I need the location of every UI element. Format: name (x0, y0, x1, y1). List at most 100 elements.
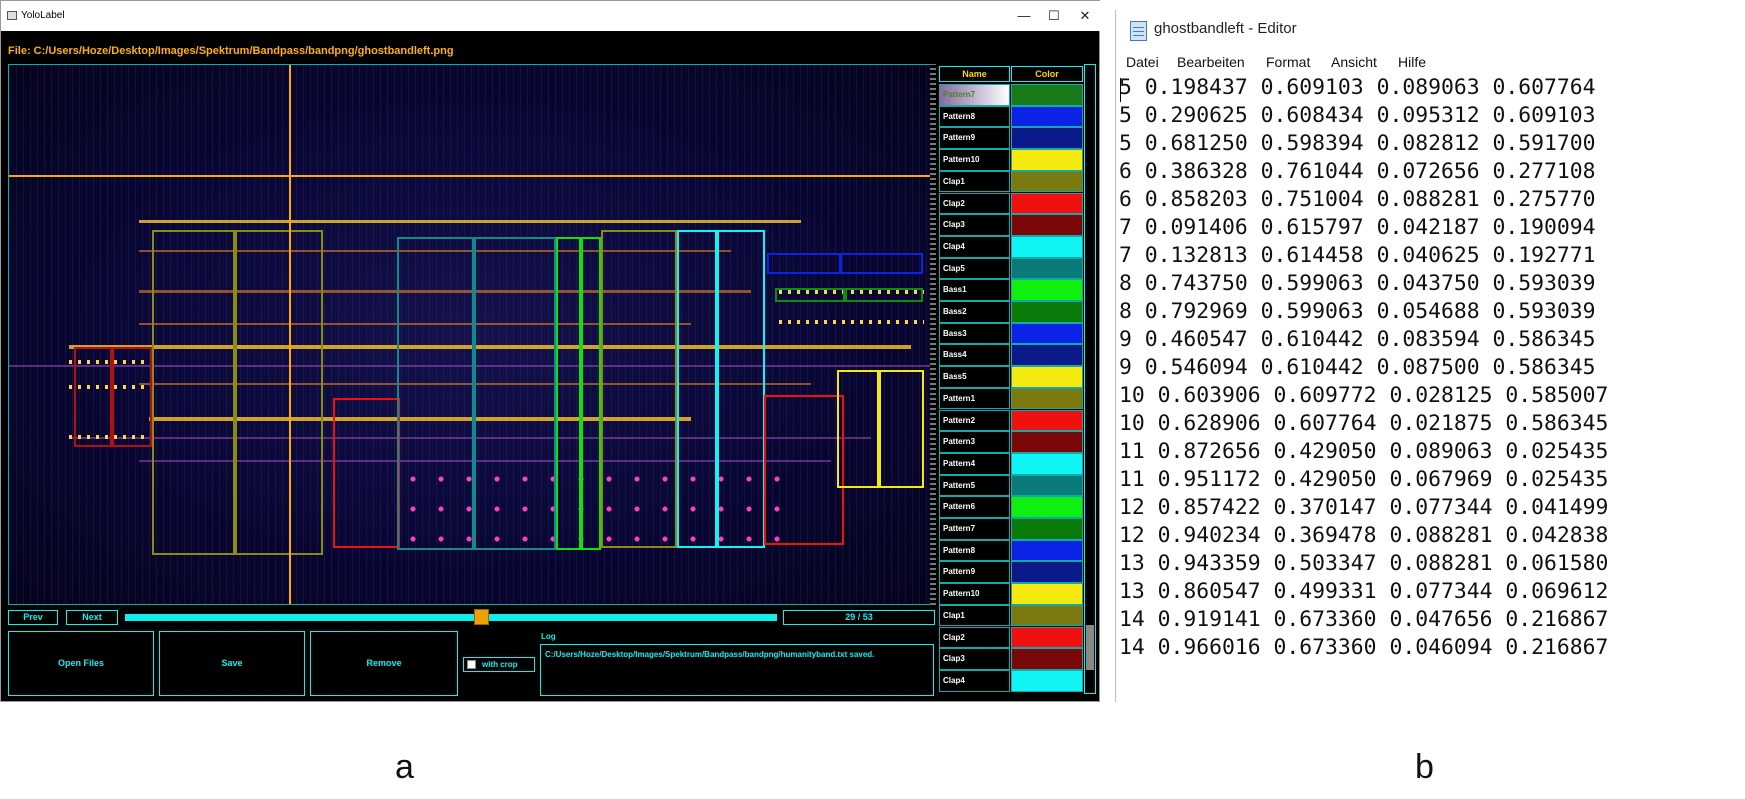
bbox-clap3[interactable] (112, 347, 152, 447)
open-files-button[interactable]: Open Files (8, 631, 154, 696)
row-name[interactable]: Clap3 (939, 648, 1010, 670)
menu-hilfe[interactable]: Hilfe (1398, 54, 1426, 70)
bbox-bass3[interactable] (767, 253, 842, 274)
bbox-clap4[interactable] (677, 230, 717, 548)
slider-handle[interactable] (474, 609, 489, 625)
bbox-clap5[interactable] (474, 237, 556, 550)
row-name[interactable]: Pattern10 (939, 149, 1010, 171)
row-name[interactable]: Pattern7 (939, 84, 1010, 106)
row-color-swatch[interactable] (1011, 366, 1083, 388)
table-row[interactable]: Bass2 (939, 301, 1083, 323)
row-color-swatch[interactable] (1011, 105, 1083, 128)
bbox-bass3[interactable] (839, 253, 923, 274)
table-row[interactable]: Pattern7 (939, 518, 1083, 540)
bbox-clap2[interactable] (764, 395, 844, 545)
row-color-swatch[interactable] (1011, 583, 1083, 605)
bbox-clap1[interactable] (152, 230, 235, 555)
table-row[interactable]: Pattern3 (939, 431, 1083, 453)
table-header-color[interactable]: Color (1011, 66, 1083, 82)
row-color-swatch[interactable] (1011, 192, 1083, 215)
table-row[interactable]: Bass3 (939, 322, 1083, 345)
row-color-swatch[interactable] (1011, 496, 1083, 518)
row-color-swatch[interactable] (1011, 214, 1083, 236)
row-color-swatch[interactable] (1011, 648, 1083, 670)
row-color-swatch[interactable] (1011, 604, 1083, 627)
table-row[interactable]: Pattern7 (939, 84, 1083, 106)
checkbox-icon[interactable] (467, 660, 476, 669)
row-color-swatch[interactable] (1011, 387, 1083, 410)
row-name[interactable]: Clap5 (939, 257, 1010, 280)
table-row[interactable]: Clap2 (939, 192, 1083, 215)
bbox-clap4[interactable] (717, 230, 765, 548)
row-name[interactable]: Pattern9 (939, 561, 1010, 584)
row-color-swatch[interactable] (1011, 149, 1083, 171)
with-crop-checkbox[interactable]: with crop (463, 657, 535, 672)
row-color-swatch[interactable] (1011, 409, 1083, 432)
table-row[interactable]: Pattern10 (939, 149, 1083, 171)
menu-format[interactable]: Format (1266, 54, 1310, 70)
table-row[interactable]: Clap3 (939, 214, 1083, 236)
row-color-swatch[interactable] (1011, 561, 1083, 584)
row-name[interactable]: Clap1 (939, 170, 1010, 193)
table-row[interactable]: Pattern6 (939, 496, 1083, 518)
row-name[interactable]: Pattern8 (939, 539, 1010, 562)
prev-button[interactable]: Prev (8, 610, 58, 625)
table-row[interactable]: Pattern8 (939, 105, 1083, 128)
bbox-bass1[interactable] (579, 237, 601, 550)
table-row[interactable]: Pattern4 (939, 452, 1083, 475)
row-name[interactable]: Clap4 (939, 235, 1010, 258)
image-canvas[interactable] (8, 64, 932, 605)
bbox-bass5[interactable] (879, 370, 924, 488)
row-color-swatch[interactable] (1011, 170, 1083, 193)
row-name[interactable]: Clap2 (939, 192, 1010, 215)
row-color-swatch[interactable] (1011, 257, 1083, 280)
row-name[interactable]: Clap2 (939, 626, 1010, 649)
row-name[interactable]: Clap1 (939, 604, 1010, 627)
row-name[interactable]: Bass4 (939, 344, 1010, 367)
row-name[interactable]: Pattern3 (939, 431, 1010, 453)
scrollbar-thumb[interactable] (1086, 625, 1094, 670)
bbox-clap2[interactable] (333, 398, 400, 548)
table-row[interactable]: Pattern8 (939, 539, 1083, 562)
table-row[interactable]: Clap3 (939, 648, 1083, 670)
table-row[interactable]: Pattern10 (939, 583, 1083, 605)
remove-button[interactable]: Remove (310, 631, 458, 696)
table-row[interactable]: Clap1 (939, 170, 1083, 193)
row-color-swatch[interactable] (1011, 127, 1083, 150)
save-button[interactable]: Save (159, 631, 305, 696)
row-color-swatch[interactable] (1011, 452, 1083, 475)
table-row[interactable]: Pattern9 (939, 561, 1083, 584)
table-row[interactable]: Clap4 (939, 669, 1083, 692)
row-name[interactable]: Bass1 (939, 279, 1010, 301)
bbox-bass2[interactable] (845, 288, 923, 302)
text-area[interactable]: 5 0.198437 0.609103 0.089063 0.607764 5 … (1119, 74, 1745, 674)
row-color-swatch[interactable] (1011, 301, 1083, 323)
row-name[interactable]: Pattern8 (939, 105, 1010, 128)
table-row[interactable]: Pattern1 (939, 387, 1083, 410)
menu-ansicht[interactable]: Ansicht (1331, 54, 1377, 70)
bbox-clap5[interactable] (397, 237, 474, 550)
table-row[interactable]: Bass1 (939, 279, 1083, 301)
row-color-swatch[interactable] (1011, 474, 1083, 497)
row-name[interactable]: Pattern4 (939, 452, 1010, 475)
minimize-button[interactable]: — (1009, 5, 1039, 27)
row-color-swatch[interactable] (1011, 518, 1083, 540)
row-name[interactable]: Pattern5 (939, 474, 1010, 497)
row-name[interactable]: Pattern6 (939, 496, 1010, 518)
table-header-name[interactable]: Name (939, 66, 1010, 82)
row-color-swatch[interactable] (1011, 626, 1083, 649)
table-row[interactable]: Pattern9 (939, 127, 1083, 150)
table-row[interactable]: Clap1 (939, 604, 1083, 627)
image-slider[interactable] (125, 614, 777, 621)
bbox-clap3[interactable] (74, 347, 112, 447)
row-name[interactable]: Bass2 (939, 301, 1010, 323)
table-row[interactable]: Clap5 (939, 257, 1083, 280)
bbox-clap1[interactable] (235, 230, 323, 555)
row-color-swatch[interactable] (1011, 539, 1083, 562)
maximize-button[interactable]: ☐ (1039, 5, 1069, 27)
close-button[interactable]: ✕ (1070, 5, 1100, 27)
table-row[interactable]: Clap2 (939, 626, 1083, 649)
table-row[interactable]: Pattern2 (939, 409, 1083, 432)
row-name[interactable]: Pattern10 (939, 583, 1010, 605)
row-name[interactable]: Bass3 (939, 322, 1010, 345)
